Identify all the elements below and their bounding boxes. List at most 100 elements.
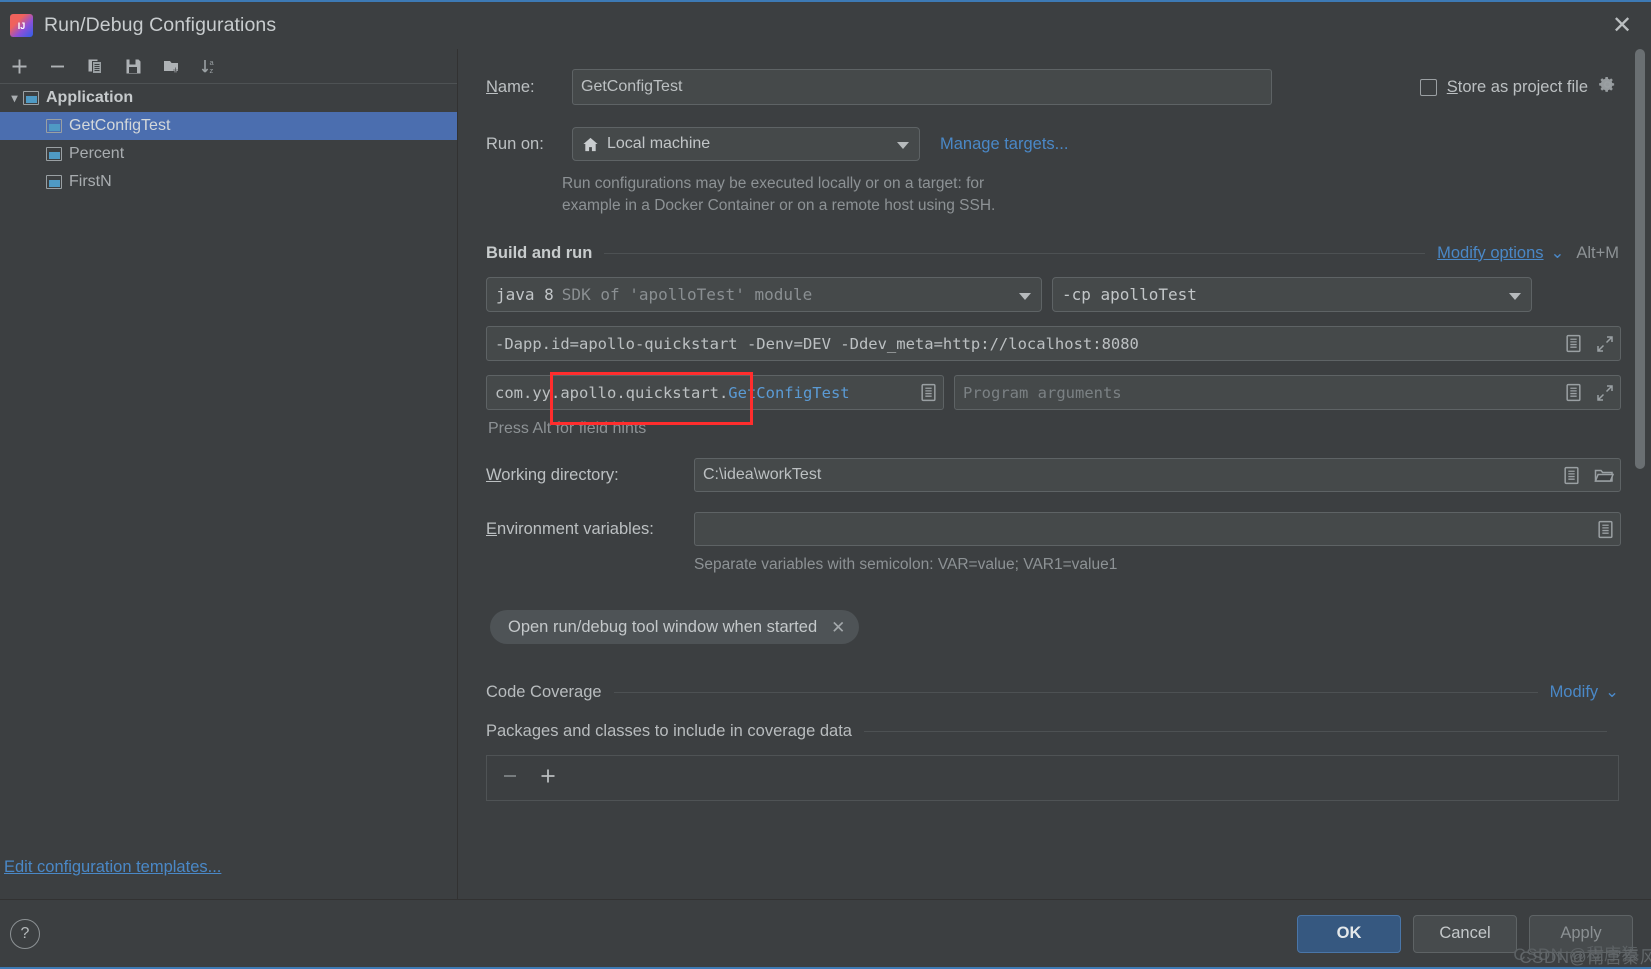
add-configuration-button[interactable] bbox=[2, 51, 36, 81]
browse-class-icon[interactable] bbox=[920, 383, 937, 402]
environment-variables-row: Environment variables: bbox=[476, 512, 1621, 546]
gear-icon[interactable] bbox=[1598, 75, 1617, 99]
remove-configuration-button[interactable] bbox=[40, 51, 74, 81]
environment-variables-field-icons bbox=[1597, 513, 1614, 545]
application-icon bbox=[46, 175, 62, 189]
copy-configuration-button[interactable] bbox=[78, 51, 112, 81]
folder-add-icon[interactable] bbox=[154, 51, 188, 81]
build-and-run-title: Build and run bbox=[486, 244, 592, 263]
program-arguments-field-icons bbox=[1565, 376, 1614, 409]
main-class-field-icons bbox=[920, 376, 937, 409]
close-icon[interactable]: ✕ bbox=[1607, 11, 1637, 41]
working-directory-value: C:\idea\workTest bbox=[703, 466, 821, 484]
classpath-value: -cp apolloTest bbox=[1062, 285, 1197, 304]
tree-group-label: Application bbox=[46, 89, 133, 107]
chevron-down-icon[interactable]: ⌄ bbox=[1551, 243, 1565, 263]
run-on-label: Run on: bbox=[486, 135, 572, 154]
store-as-project-file-checkbox[interactable] bbox=[1420, 79, 1437, 96]
tree-item-percent[interactable]: Percent bbox=[0, 140, 457, 168]
working-directory-field-icons bbox=[1563, 459, 1614, 491]
name-value: GetConfigTest bbox=[581, 78, 682, 96]
run-on-row: Run on: Local machine Manage targets... bbox=[476, 127, 1621, 161]
save-configuration-button[interactable] bbox=[116, 51, 150, 81]
code-coverage-section-header: Code Coverage Modify ⌄ bbox=[476, 682, 1621, 702]
run-debug-configurations-dialog: Run/Debug Configurations ✕ bbox=[0, 0, 1651, 969]
tree-group-application[interactable]: ▾ Application bbox=[0, 84, 457, 112]
edit-configuration-templates-link[interactable]: Edit configuration templates... bbox=[4, 858, 221, 877]
working-directory-label: Working directory: bbox=[486, 466, 694, 485]
main-class-prefix: com.yy.apollo.quickstart. bbox=[495, 384, 728, 402]
tree-item-label: Percent bbox=[69, 145, 124, 163]
sdk-classpath-row: java 8 SDK of 'apolloTest' module -cp ap… bbox=[476, 277, 1621, 312]
application-icon bbox=[46, 147, 62, 161]
coverage-add-button[interactable] bbox=[539, 767, 557, 790]
insert-macro-icon[interactable] bbox=[1563, 466, 1580, 485]
jre-select[interactable]: java 8 SDK of 'apolloTest' module bbox=[486, 277, 1042, 312]
chevron-down-icon bbox=[897, 142, 909, 149]
main-class-input[interactable]: com.yy.apollo.quickstart.GetConfigTest bbox=[486, 375, 944, 410]
configurations-tree: ▾ Application GetConfigTest bbox=[0, 84, 457, 858]
modify-options-shortcut: Alt+M bbox=[1576, 244, 1619, 263]
store-as-project-file-label: Store as project file bbox=[1447, 78, 1588, 97]
sort-alpha-icon[interactable]: a z bbox=[192, 51, 226, 81]
coverage-remove-button[interactable] bbox=[501, 767, 519, 790]
ok-button[interactable]: OK bbox=[1297, 915, 1401, 953]
manage-targets-link[interactable]: Manage targets... bbox=[940, 135, 1068, 154]
insert-macro-icon[interactable] bbox=[1565, 334, 1582, 353]
program-arguments-placeholder: Program arguments bbox=[963, 384, 1122, 402]
environment-variables-input[interactable] bbox=[694, 512, 1621, 546]
configuration-form-pane: Name: GetConfigTest Store as project fil… bbox=[458, 49, 1651, 899]
build-and-run-section-header: Build and run Modify options ⌄ Alt+M bbox=[476, 243, 1621, 263]
form-scrollbar[interactable] bbox=[1635, 49, 1645, 639]
chevron-down-icon bbox=[1509, 293, 1521, 300]
working-directory-input[interactable]: C:\idea\workTest bbox=[694, 458, 1621, 492]
tree-item-getconfigtest[interactable]: GetConfigTest bbox=[0, 112, 457, 140]
question-mark-icon[interactable]: ? bbox=[10, 919, 40, 949]
name-row: Name: GetConfigTest Store as project fil… bbox=[476, 69, 1621, 105]
intellij-idea-logo-icon bbox=[10, 14, 33, 37]
environment-variables-label: Environment variables: bbox=[486, 520, 694, 539]
packages-section-header: Packages and classes to include in cover… bbox=[476, 722, 1621, 741]
dialog-footer: ? OK Cancel Apply CSDN @程序猿 CSDN@南宫秦风 bbox=[0, 899, 1651, 967]
insert-macro-icon[interactable] bbox=[1565, 383, 1582, 402]
close-icon[interactable]: ✕ bbox=[831, 619, 845, 636]
field-hint: Press Alt for field hints bbox=[476, 420, 1621, 438]
vm-options-row: -Dapp.id=apollo-quickstart -Denv=DEV -Dd… bbox=[476, 326, 1621, 361]
cancel-button[interactable]: Cancel bbox=[1413, 915, 1517, 953]
tree-item-firstn[interactable]: FirstN bbox=[0, 168, 457, 196]
modify-options-link[interactable]: Modify options bbox=[1437, 244, 1543, 263]
name-input[interactable]: GetConfigTest bbox=[572, 69, 1272, 105]
section-divider bbox=[614, 692, 1538, 693]
vm-options-field-icons bbox=[1565, 327, 1614, 360]
expand-icon[interactable] bbox=[1596, 384, 1614, 402]
chevron-down-icon[interactable]: ⌄ bbox=[1605, 682, 1619, 702]
edit-env-vars-icon[interactable] bbox=[1597, 520, 1614, 539]
dialog-body: a z ▾ Application bbox=[0, 49, 1651, 899]
store-as-project-file-group: Store as project file bbox=[1420, 75, 1621, 99]
options-chips: Open run/debug tool window when started … bbox=[476, 610, 1621, 644]
program-arguments-input[interactable]: Program arguments bbox=[954, 375, 1621, 410]
configurations-toolbar: a z bbox=[0, 49, 457, 83]
form-scrollbar-thumb[interactable] bbox=[1635, 49, 1645, 469]
packages-title: Packages and classes to include in cover… bbox=[486, 722, 852, 741]
sdk-value-bold: java 8 bbox=[496, 285, 554, 304]
csdn-watermark: CSDN @程序猿 CSDN@南宫秦风 bbox=[1513, 940, 1639, 965]
expand-icon[interactable] bbox=[1596, 335, 1614, 353]
chevron-down-icon[interactable]: ▾ bbox=[6, 91, 23, 105]
code-coverage-title: Code Coverage bbox=[486, 683, 602, 702]
classpath-select[interactable]: -cp apolloTest bbox=[1052, 277, 1532, 312]
run-on-hint-line1: Run configurations may be executed local… bbox=[562, 173, 1621, 195]
open-tool-window-chip[interactable]: Open run/debug tool window when started … bbox=[490, 610, 859, 644]
run-on-hint: Run configurations may be executed local… bbox=[476, 173, 1621, 217]
run-on-select[interactable]: Local machine bbox=[572, 127, 920, 161]
configurations-sidebar: a z ▾ Application bbox=[0, 49, 458, 899]
sidebar-footer: Edit configuration templates... bbox=[0, 858, 457, 899]
main-class-name: GetConfigTest bbox=[728, 384, 849, 402]
vm-options-input[interactable]: -Dapp.id=apollo-quickstart -Denv=DEV -Dd… bbox=[486, 326, 1621, 361]
code-coverage-modify-link[interactable]: Modify bbox=[1550, 683, 1599, 702]
folder-open-icon[interactable] bbox=[1594, 467, 1614, 484]
application-icon bbox=[46, 119, 62, 133]
section-divider bbox=[604, 253, 1425, 254]
configuration-form: Name: GetConfigTest Store as project fil… bbox=[458, 49, 1651, 899]
section-divider bbox=[864, 731, 1607, 732]
